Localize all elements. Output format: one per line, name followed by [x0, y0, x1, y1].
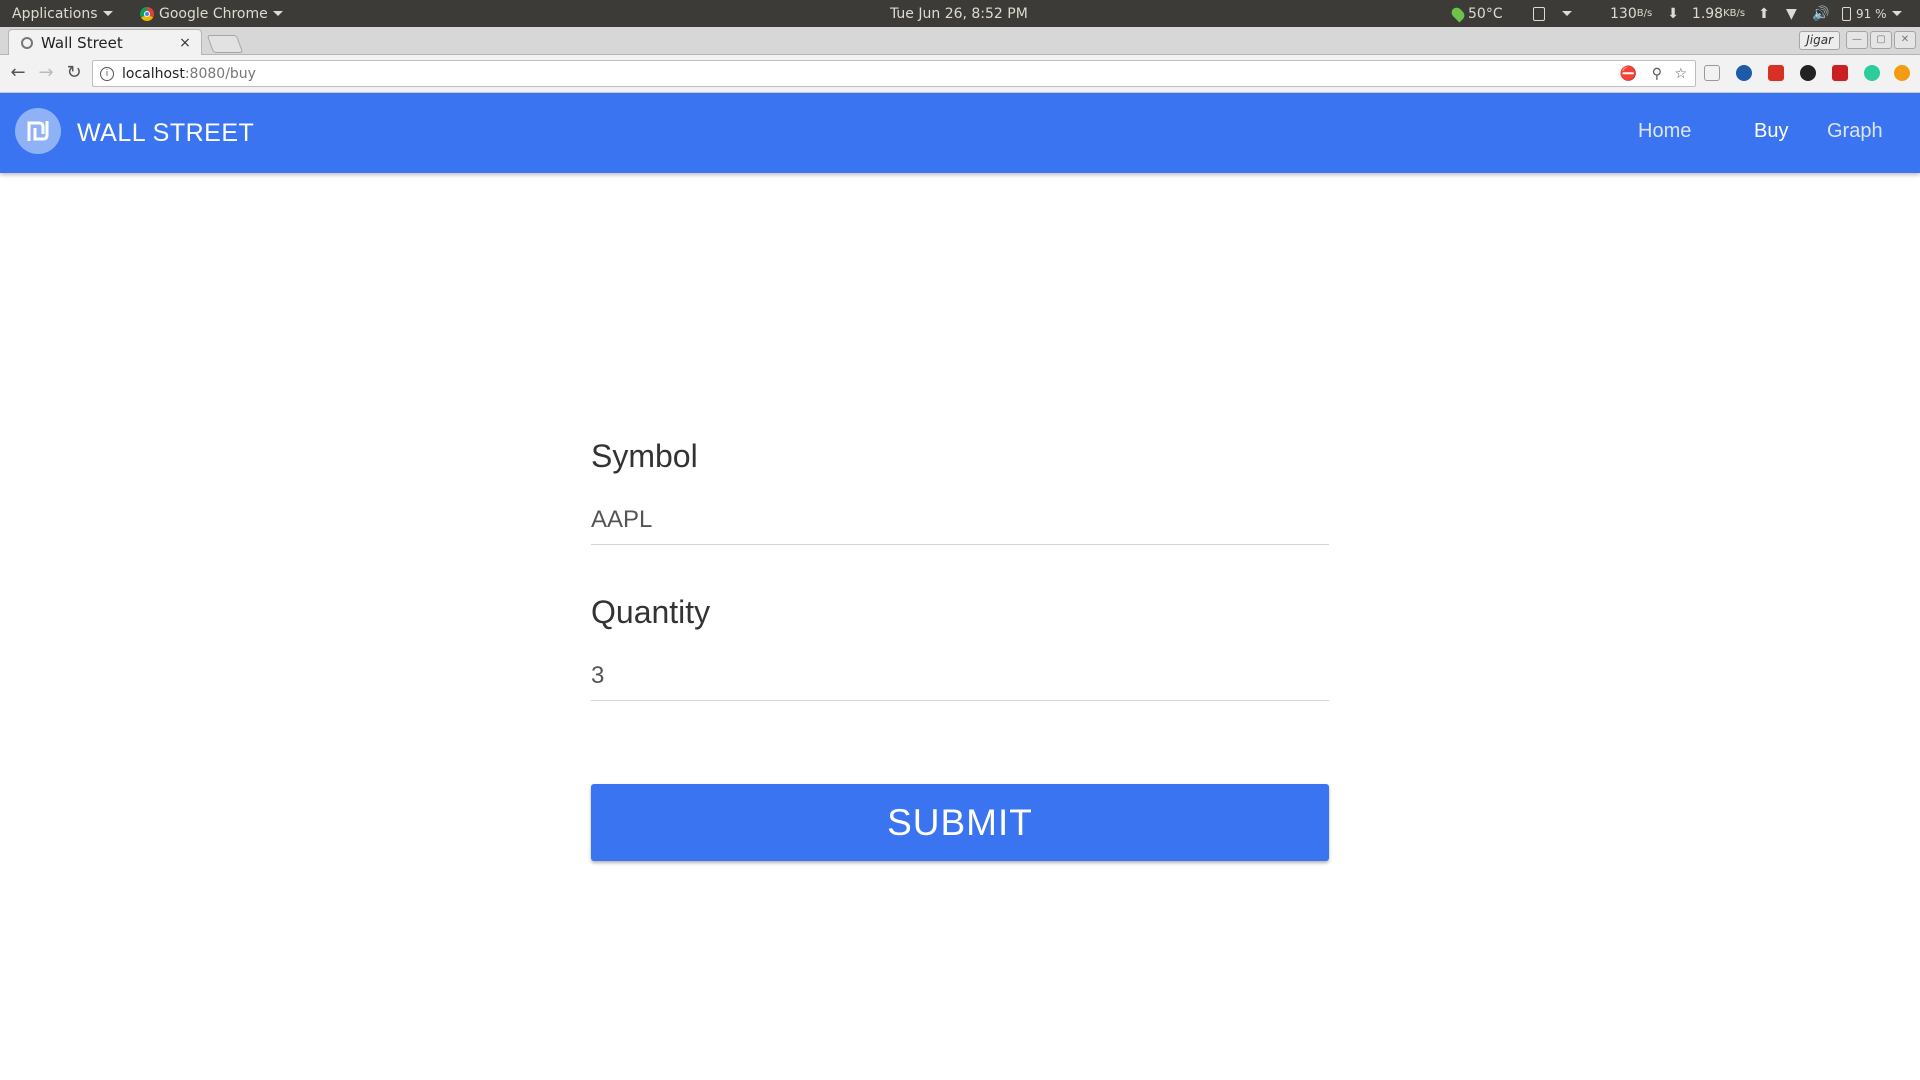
clipboard-icon	[1533, 6, 1545, 21]
chevron-down-icon	[102, 11, 113, 16]
arrow-down-icon: ⬇	[1667, 5, 1679, 22]
browser-tab[interactable]: Wall Street ×	[8, 29, 202, 55]
logo-glyph-icon	[27, 121, 49, 141]
net-down-text: 130	[1610, 5, 1637, 22]
nav-graph[interactable]: Graph	[1827, 120, 1883, 143]
extension-icon[interactable]	[1832, 65, 1848, 81]
browser-app-label: Google Chrome	[159, 5, 268, 22]
applications-label: Applications	[12, 5, 98, 22]
nav-buy[interactable]: Buy	[1754, 120, 1788, 143]
forward-icon[interactable]: →	[34, 61, 58, 85]
datetime-text: Tue Jun 26, 8:52 PM	[890, 5, 1028, 22]
quantity-input[interactable]	[591, 652, 1329, 701]
profile-button[interactable]: Jigar	[1799, 31, 1840, 50]
net-up-unit: KB/s	[1723, 8, 1746, 19]
extension-icon[interactable]	[1800, 65, 1816, 81]
back-icon[interactable]: ←	[6, 61, 30, 85]
browser-app-menu[interactable]: Google Chrome	[140, 0, 283, 27]
address-bar[interactable]: i localhost:8080/buy ⛔ ⚲ ☆	[92, 60, 1696, 87]
window-close-button[interactable]: ✕	[1894, 31, 1916, 49]
chevron-down-icon	[1562, 11, 1572, 16]
extension-icon[interactable]	[1768, 65, 1784, 81]
extension-icon[interactable]	[1736, 65, 1752, 81]
net-down-unit: B/s	[1636, 8, 1653, 19]
net-up-text: 1.98	[1691, 5, 1724, 22]
battery-icon	[1842, 6, 1851, 21]
submit-button[interactable]: SUBMIT	[591, 784, 1329, 861]
network-speed-indicator[interactable]: 130 B/s ⬇ 1.98 KB/s ⬆	[1610, 0, 1770, 27]
quantity-label: Quantity	[591, 594, 711, 630]
reload-icon[interactable]: ↻	[62, 61, 86, 85]
browser-toolbar: ← → ↻ i localhost:8080/buy ⛔ ⚲ ☆	[0, 55, 1920, 93]
app-toolbar: WALL STREET Home Buy Graph	[0, 93, 1920, 173]
volume-icon: 🔊	[1812, 5, 1830, 22]
url-host: localhost	[122, 65, 185, 82]
new-tab-button[interactable]	[206, 35, 244, 53]
minimize-button[interactable]: —	[1846, 31, 1868, 49]
wifi-indicator[interactable]: ▼	[1786, 0, 1797, 27]
applications-menu[interactable]: Applications	[12, 0, 113, 27]
temperature-indicator[interactable]: 50°C	[1449, 0, 1503, 27]
chevron-down-icon	[1891, 11, 1902, 16]
battery-indicator[interactable]: 91 %	[1842, 0, 1902, 27]
symbol-label: Symbol	[591, 438, 698, 474]
clock[interactable]: Tue Jun 26, 8:52 PM	[890, 0, 1028, 27]
chrome-icon	[140, 6, 154, 21]
logo-icon[interactable]	[15, 108, 61, 154]
browser-tab-strip: Wall Street × Jigar — ▢ ✕	[0, 27, 1920, 55]
volume-indicator[interactable]: 🔊	[1812, 0, 1829, 27]
extension-icon[interactable]	[1704, 65, 1720, 81]
os-top-panel: Applications Google Chrome Tue Jun 26, 8…	[0, 0, 1920, 27]
zoom-icon[interactable]: ⚲	[1652, 66, 1662, 82]
nav-home[interactable]: Home	[1638, 120, 1691, 143]
arrow-up-icon: ⬆	[1758, 5, 1770, 22]
tab-favicon-icon	[21, 36, 33, 49]
blocked-icon[interactable]: ⛔	[1620, 66, 1637, 82]
temperature-text: 50°C	[1468, 5, 1503, 22]
app-title[interactable]: WALL STREET	[77, 119, 254, 148]
tab-close-icon[interactable]: ×	[177, 35, 193, 51]
temperature-icon	[1449, 5, 1467, 22]
maximize-button[interactable]: ▢	[1870, 31, 1892, 49]
tab-title: Wall Street	[41, 33, 123, 52]
star-icon[interactable]: ☆	[1674, 66, 1687, 82]
battery-text: 91 %	[1856, 6, 1887, 21]
extension-icon[interactable]	[1894, 65, 1910, 81]
wifi-icon: ▼	[1786, 5, 1797, 22]
info-icon[interactable]: i	[100, 66, 114, 81]
symbol-input[interactable]	[591, 496, 1329, 545]
url-path: :8080/buy	[184, 65, 256, 82]
chevron-down-icon	[272, 11, 283, 16]
clipboard-indicator[interactable]	[1533, 0, 1572, 27]
extension-icon[interactable]	[1864, 65, 1880, 81]
